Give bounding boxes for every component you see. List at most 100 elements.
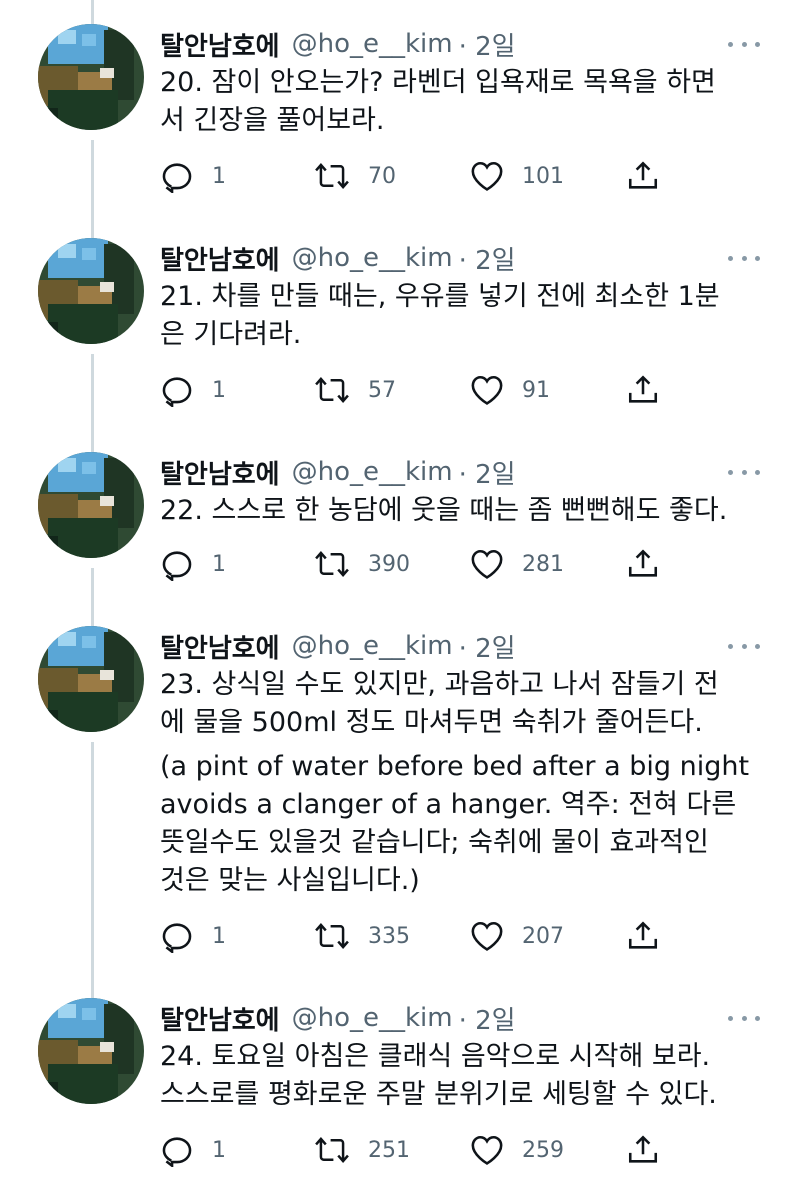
tweet-line: avoids a clanger of a hanger. 역주: 전혀 다른: [160, 789, 737, 820]
like-button[interactable]: 101: [470, 156, 564, 196]
reply-button[interactable]: 1: [160, 370, 226, 410]
retweet-icon: [315, 163, 349, 189]
retweet-count: 335: [368, 923, 410, 949]
tweet-text: 21. 차를 만들 때는, 우유를 넣기 전에 최소한 1분 은 기다려라.: [160, 278, 760, 354]
reply-count: 1: [212, 377, 226, 403]
tweet-header: 탈안남호에 @ho_e__kim · 2일: [160, 24, 516, 64]
author-name[interactable]: 탈안남호에: [160, 1000, 280, 1037]
share-button[interactable]: [626, 156, 660, 196]
tweet-line: 것은 맞는 사실입니다.): [160, 865, 420, 896]
like-button[interactable]: 259: [470, 1130, 564, 1170]
more-icon[interactable]: [728, 462, 760, 482]
tweet-line: 뜻일수도 있을것 같습니다; 숙취에 물이 효과적인: [160, 827, 709, 858]
tweet-line: 은 기다려라.: [160, 319, 302, 350]
share-button[interactable]: [626, 1130, 660, 1170]
tweet-time[interactable]: · 2일: [459, 628, 516, 665]
retweet-icon: [315, 923, 349, 949]
retweet-button[interactable]: 335: [314, 916, 410, 956]
tweet-time[interactable]: · 2일: [459, 1000, 516, 1037]
reply-count: 1: [212, 163, 226, 189]
like-count: 91: [522, 377, 550, 403]
author-name[interactable]: 탈안남호에: [160, 454, 280, 491]
tweet-actions: 1 57 91: [160, 370, 680, 410]
tweet-header: 탈안남호에 @ho_e__kim · 2일: [160, 452, 516, 492]
like-button[interactable]: 91: [470, 370, 550, 410]
share-icon: [628, 161, 658, 189]
share-button[interactable]: [626, 370, 660, 410]
reply-count: 1: [212, 551, 226, 577]
reply-button[interactable]: 1: [160, 156, 226, 196]
tweet-header: 탈안남호에 @ho_e__kim · 2일: [160, 998, 516, 1038]
thread-line: [91, 140, 94, 238]
retweet-button[interactable]: 70: [314, 156, 396, 196]
heart-icon: [471, 375, 503, 405]
more-icon[interactable]: [728, 34, 760, 54]
author-handle[interactable]: @ho_e__kim: [292, 631, 453, 661]
reply-icon: [162, 923, 192, 953]
avatar[interactable]: [38, 238, 144, 344]
retweet-icon: [315, 1137, 349, 1163]
avatar[interactable]: [38, 998, 144, 1104]
avatar[interactable]: [38, 452, 144, 558]
reply-icon: [162, 377, 192, 407]
tweet-line: 22. 스스로 한 농담에 웃을 때는 좀 뻔뻔해도 좋다.: [160, 495, 728, 526]
tweet-line: (a pint of water before bed after a big …: [160, 751, 750, 782]
like-count: 101: [522, 163, 564, 189]
tweet-text: 20. 잠이 안오는가? 라벤더 입욕재로 목욕을 하면 서 긴장을 풀어보라.: [160, 64, 760, 140]
like-count: 259: [522, 1137, 564, 1163]
like-button[interactable]: 207: [470, 916, 564, 956]
tweet-header: 탈안남호에 @ho_e__kim · 2일: [160, 626, 516, 666]
more-icon[interactable]: [728, 1008, 760, 1028]
tweet-line: 23. 상식일 수도 있지만, 과음하고 나서 잠들기 전: [160, 669, 719, 700]
reply-button[interactable]: 1: [160, 916, 226, 956]
share-button[interactable]: [626, 916, 660, 956]
author-name[interactable]: 탈안남호에: [160, 628, 280, 665]
heart-icon: [471, 1135, 503, 1165]
author-name[interactable]: 탈안남호에: [160, 240, 280, 277]
like-button[interactable]: 281: [470, 544, 564, 584]
tweet-time[interactable]: · 2일: [459, 26, 516, 63]
retweet-icon: [315, 377, 349, 403]
more-icon[interactable]: [728, 248, 760, 268]
author-handle[interactable]: @ho_e__kim: [292, 243, 453, 273]
reply-button[interactable]: 1: [160, 1130, 226, 1170]
tweet-line: 24. 토요일 아침은 클래식 음악으로 시작해 보라.: [160, 1041, 711, 1072]
tweet-time[interactable]: · 2일: [459, 240, 516, 277]
tweet-text: 24. 토요일 아침은 클래식 음악으로 시작해 보라. 스스로를 평화로운 주…: [160, 1038, 760, 1114]
retweet-button[interactable]: 57: [314, 370, 396, 410]
thread-line: [91, 742, 94, 1000]
retweet-count: 57: [368, 377, 396, 403]
thread-line: [91, 568, 94, 626]
tweet-time[interactable]: · 2일: [459, 454, 516, 491]
tweet-line: 20. 잠이 안오는가? 라벤더 입욕재로 목욕을 하면: [160, 67, 716, 98]
retweet-icon: [315, 551, 349, 577]
author-handle[interactable]: @ho_e__kim: [292, 29, 453, 59]
tweet-line: 스스로를 평화로운 주말 분위기로 세팅할 수 있다.: [160, 1079, 717, 1110]
tweet-actions: 1 251 259: [160, 1130, 680, 1170]
thread-line: [91, 0, 94, 24]
tweet-line: 서 긴장을 풀어보라.: [160, 105, 385, 136]
avatar[interactable]: [38, 626, 144, 732]
reply-button[interactable]: 1: [160, 544, 226, 584]
reply-icon: [162, 163, 192, 193]
retweet-button[interactable]: 251: [314, 1130, 410, 1170]
like-count: 207: [522, 923, 564, 949]
tweet-actions: 1 390 281: [160, 544, 680, 584]
author-handle[interactable]: @ho_e__kim: [292, 1003, 453, 1033]
share-icon: [628, 549, 658, 577]
share-button[interactable]: [626, 544, 660, 584]
tweet-actions: 1 70 101: [160, 156, 680, 196]
heart-icon: [471, 161, 503, 191]
heart-icon: [471, 549, 503, 579]
tweet-line: 에 물을 500ml 정도 마셔두면 숙취가 줄어든다.: [160, 707, 703, 738]
avatar[interactable]: [38, 24, 144, 130]
reply-count: 1: [212, 923, 226, 949]
retweet-count: 390: [368, 551, 410, 577]
retweet-button[interactable]: 390: [314, 544, 410, 584]
author-handle[interactable]: @ho_e__kim: [292, 457, 453, 487]
more-icon[interactable]: [728, 636, 760, 656]
retweet-count: 70: [368, 163, 396, 189]
tweet-text: 23. 상식일 수도 있지만, 과음하고 나서 잠들기 전 에 물을 500ml…: [160, 666, 760, 900]
author-name[interactable]: 탈안남호에: [160, 26, 280, 63]
tweet-line: 21. 차를 만들 때는, 우유를 넣기 전에 최소한 1분: [160, 281, 720, 312]
